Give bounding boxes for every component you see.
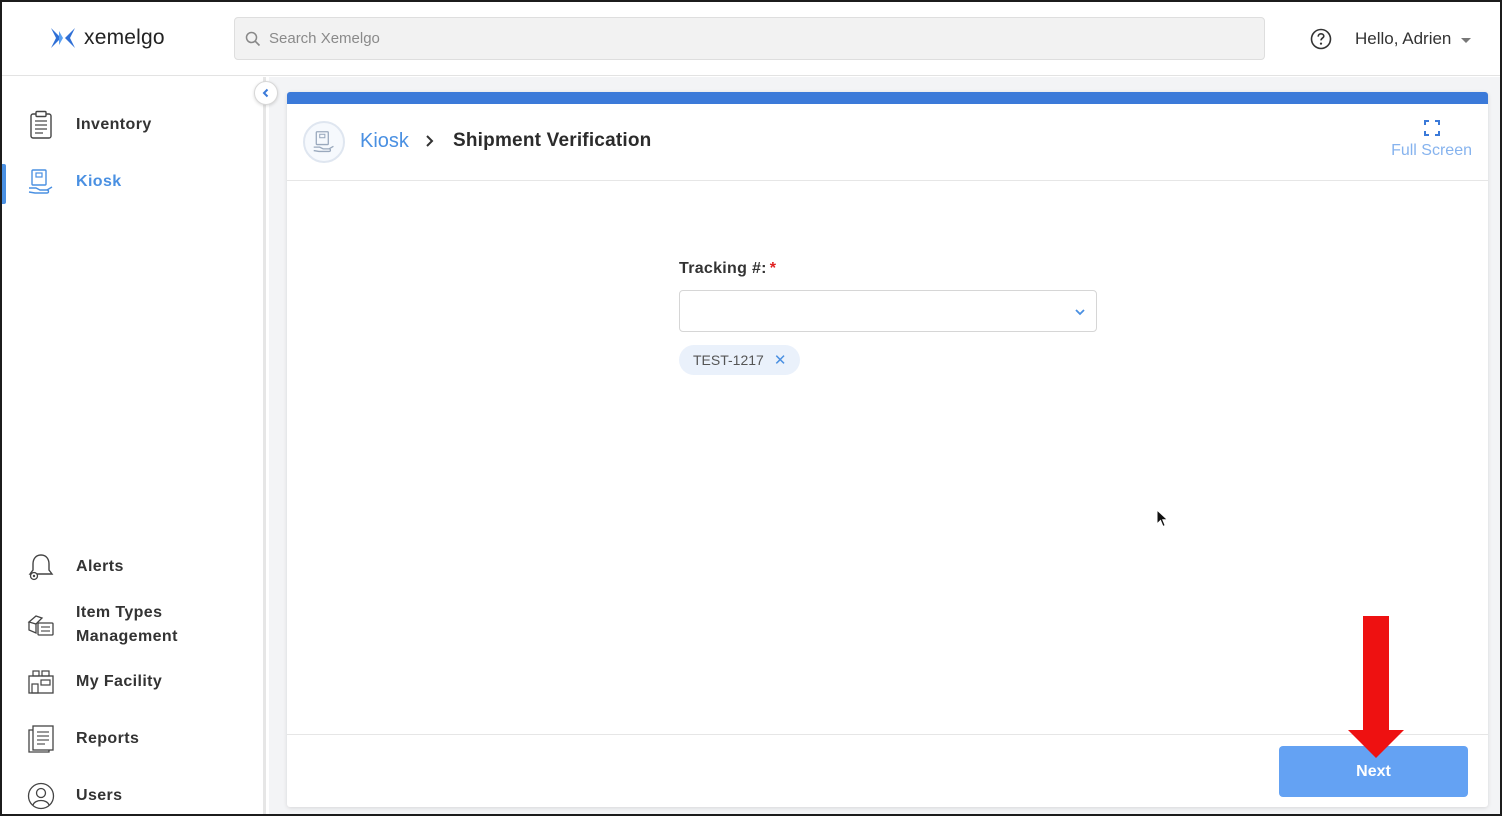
remove-chip-icon[interactable]: ✕: [774, 351, 787, 369]
sidebar-item-label: Kiosk: [76, 173, 122, 190]
sidebar-item-inventory[interactable]: Inventory: [2, 107, 264, 143]
mouse-cursor-icon: [1156, 509, 1169, 528]
app-window: xemelgo Hello, Adrien: [0, 0, 1502, 816]
sidebar-item-label: Item Types Management: [76, 604, 178, 645]
user-greeting: Hello, Adrien: [1355, 29, 1452, 48]
user-menu[interactable]: Hello, Adrien: [1355, 29, 1472, 49]
sidebar-item-kiosk[interactable]: Kiosk: [2, 164, 264, 200]
expand-icon: [1423, 120, 1440, 136]
sidebar: Inventory Kiosk Alerts Item Types Manage…: [2, 77, 266, 814]
kiosk-badge-icon: [303, 121, 345, 163]
full-screen-button[interactable]: Full Screen: [1391, 120, 1472, 160]
kiosk-icon: [26, 167, 56, 197]
collapse-sidebar-button[interactable]: [254, 81, 278, 105]
search-bar[interactable]: [234, 17, 1265, 60]
sidebar-item-users[interactable]: Users: [2, 778, 264, 814]
xemelgo-logo-icon: [51, 28, 75, 48]
chevron-down-icon: [1461, 37, 1472, 43]
clipboard-icon: [26, 110, 56, 140]
logo[interactable]: xemelgo: [50, 26, 165, 50]
card-footer: Next: [287, 734, 1488, 807]
full-screen-label: Full Screen: [1391, 142, 1472, 159]
sidebar-item-my-facility[interactable]: My Facility: [2, 664, 264, 700]
tracking-form: Tracking #: * TEST-1217 ✕: [679, 260, 1097, 375]
page-title: Shipment Verification: [453, 130, 652, 151]
chevron-left-icon: [262, 88, 269, 98]
sidebar-item-label: Inventory: [76, 116, 152, 133]
card-accent-bar: [287, 92, 1488, 104]
help-icon: [1310, 28, 1332, 50]
breadcrumb-kiosk-link[interactable]: Kiosk: [360, 130, 409, 153]
sidebar-item-label: My Facility: [76, 673, 163, 690]
search-icon: [245, 31, 261, 46]
chip-label: TEST-1217: [693, 352, 764, 368]
sidebar-item-item-types-management[interactable]: Item Types Management: [2, 599, 264, 651]
reports-icon: [26, 724, 56, 754]
user-icon: [26, 781, 56, 811]
tracking-label: Tracking #: *: [679, 260, 777, 277]
facility-icon: [26, 667, 56, 697]
kiosk-card: Kiosk Shipment Verification Full Screen: [287, 92, 1488, 807]
tracking-number-select[interactable]: [679, 290, 1097, 332]
tracking-chip: TEST-1217 ✕: [679, 345, 801, 375]
sidebar-item-alerts[interactable]: Alerts: [2, 548, 264, 586]
required-marker: *: [769, 260, 777, 277]
help-button[interactable]: [1310, 28, 1332, 55]
logo-text: xemelgo: [84, 26, 165, 49]
bell-icon: [26, 552, 56, 582]
top-header: xemelgo Hello, Adrien: [2, 2, 1500, 76]
item-types-icon: [26, 610, 56, 640]
sidebar-item-label: Users: [76, 787, 123, 804]
sidebar-item-reports[interactable]: Reports: [2, 721, 264, 757]
search-input[interactable]: [269, 30, 1187, 47]
card-header: Kiosk Shipment Verification Full Screen: [287, 104, 1488, 181]
chevron-right-icon: [424, 133, 436, 154]
sidebar-item-label: Alerts: [76, 558, 124, 575]
sidebar-item-label: Reports: [76, 730, 140, 747]
chevron-down-icon: [1074, 304, 1086, 322]
red-arrow-annotation: [1348, 616, 1404, 758]
